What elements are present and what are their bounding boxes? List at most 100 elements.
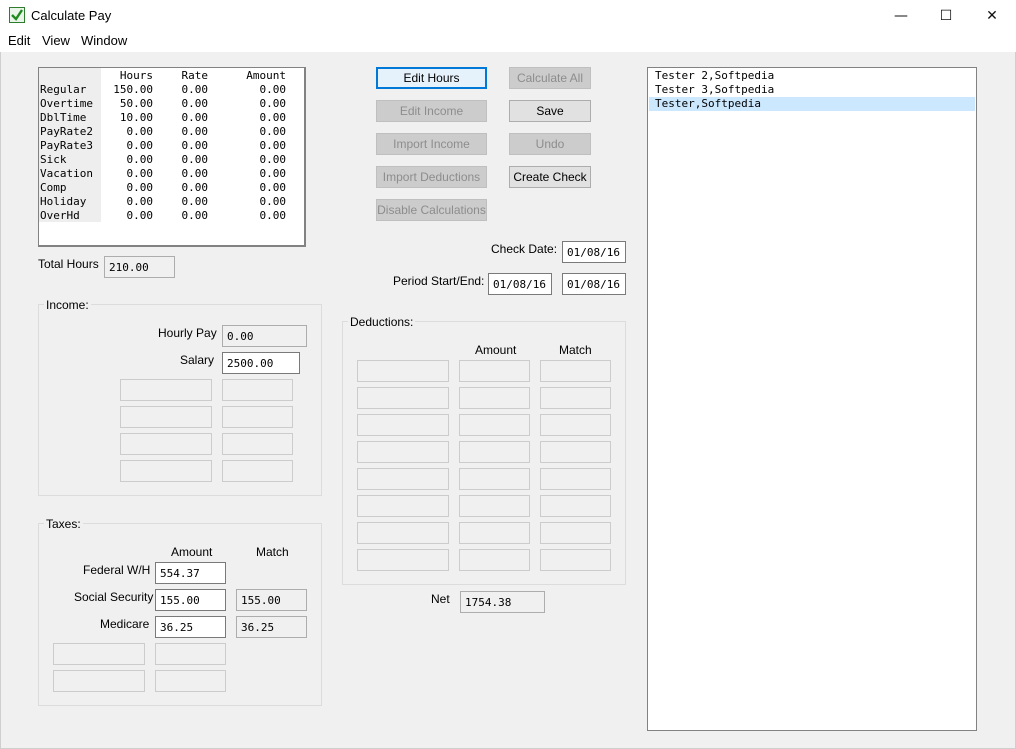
tax-extra-name-2 (53, 670, 145, 692)
list-item[interactable]: Tester 2,Softpedia (649, 69, 975, 83)
import-income-button[interactable]: Import Income (376, 133, 487, 155)
table-row[interactable]: Overtime 50.00 0.00 0.00 (39, 97, 304, 111)
disable-calculations-button[interactable]: Disable Calculations (376, 199, 487, 221)
total-hours-field: 210.00 (104, 256, 175, 278)
social-security-amount-field[interactable]: 155.00 (155, 589, 226, 611)
deduction-amount-field (459, 468, 530, 490)
period-label: Period Start/End: (393, 274, 485, 288)
deduction-amount-field (459, 522, 530, 544)
income-extra-value-4 (222, 460, 293, 482)
deduction-name-field (357, 549, 449, 571)
deduction-name-field (357, 441, 449, 463)
deduction-match-field (540, 468, 611, 490)
row-rate: 0.00 (181, 139, 209, 152)
income-extra-name-3 (120, 433, 212, 455)
table-row[interactable]: Sick 0.00 0.00 0.00 (39, 153, 304, 167)
table-row[interactable]: Vacation 0.00 0.00 0.00 (39, 167, 304, 181)
taxes-match-header: Match (256, 545, 289, 559)
income-extra-value-1 (222, 379, 293, 401)
row-rate: 0.00 (181, 125, 209, 138)
col-rate-header: Rate (181, 69, 209, 82)
close-button[interactable]: ✕ (969, 0, 1015, 31)
row-amount: 0.00 (259, 153, 287, 166)
medicare-label: Medicare (100, 617, 150, 631)
edit-income-button[interactable]: Edit Income (376, 100, 487, 122)
row-name: DblTime (40, 111, 87, 124)
row-hours: 0.00 (126, 167, 154, 180)
calculate-all-button[interactable]: Calculate All (509, 67, 591, 89)
list-item[interactable]: Tester 3,Softpedia (649, 83, 975, 97)
table-row[interactable]: Comp 0.00 0.00 0.00 (39, 181, 304, 195)
check-date-field[interactable]: 01/08/16 (562, 241, 626, 263)
row-rate: 0.00 (181, 209, 209, 222)
row-name: OverHd (40, 209, 80, 222)
deduction-name-field (357, 468, 449, 490)
taxes-amount-header: Amount (171, 545, 213, 559)
edit-hours-button[interactable]: Edit Hours (376, 67, 487, 89)
medicare-amount-field[interactable]: 36.25 (155, 616, 226, 638)
federal-wh-label: Federal W/H (83, 563, 151, 577)
row-amount: 0.00 (259, 125, 287, 138)
row-hours: 0.00 (126, 125, 154, 138)
income-extra-name-2 (120, 406, 212, 428)
deduction-match-field (540, 441, 611, 463)
total-hours-label: Total Hours (38, 257, 99, 271)
table-row[interactable]: Holiday 0.00 0.00 0.00 (39, 195, 304, 209)
menu-bar (0, 31, 1016, 51)
income-extra-name-4 (120, 460, 212, 482)
net-label: Net (431, 592, 450, 606)
row-rate: 0.00 (181, 153, 209, 166)
income-extra-value-2 (222, 406, 293, 428)
list-item[interactable]: Tester,Softpedia (649, 97, 975, 111)
deduction-match-field (540, 360, 611, 382)
income-group-title: Income: (44, 298, 91, 312)
period-start-field[interactable]: 01/08/16 (488, 273, 552, 295)
employee-list[interactable]: Tester 2,Softpedia Tester 3,Softpedia Test… (647, 67, 977, 731)
social-security-label: Social Security (74, 590, 154, 604)
create-check-button[interactable]: Create Check (509, 166, 591, 188)
table-row[interactable]: PayRate2 0.00 0.00 0.00 (39, 125, 304, 139)
row-name: Overtime (40, 97, 93, 110)
deduction-amount-field (459, 414, 530, 436)
menu-edit[interactable]: Edit (8, 33, 30, 48)
table-row[interactable]: OverHd 0.00 0.00 0.00 (39, 209, 304, 223)
row-rate: 0.00 (181, 97, 209, 110)
maximize-button[interactable]: ☐ (923, 0, 969, 31)
row-rate: 0.00 (181, 195, 209, 208)
save-button[interactable]: Save (509, 100, 591, 122)
table-row[interactable]: PayRate3 0.00 0.00 0.00 (39, 139, 304, 153)
menu-window[interactable]: Window (81, 33, 127, 48)
deduction-match-field (540, 522, 611, 544)
menu-view[interactable]: View (42, 33, 70, 48)
minimize-icon: — (894, 7, 908, 24)
col-amount-header: Amount (246, 69, 286, 82)
period-end-field[interactable]: 01/08/16 (562, 273, 626, 295)
deduction-name-field (357, 360, 449, 382)
table-row[interactable]: Regular 150.00 0.00 0.00 (39, 83, 304, 97)
undo-button[interactable]: Undo (509, 133, 591, 155)
hours-grid[interactable]: Hours Rate Amount Regular 150.00 0.00 0.00 O… (38, 67, 306, 247)
row-hours: 150.00 (113, 83, 153, 96)
income-extra-name-1 (120, 379, 212, 401)
social-security-match-field: 155.00 (236, 589, 307, 611)
deduction-amount-field (459, 360, 530, 382)
check-date-label: Check Date: (491, 242, 558, 256)
app-check-icon (9, 7, 25, 23)
hourly-pay-field: 0.00 (222, 325, 307, 347)
row-amount: 0.00 (259, 97, 287, 110)
deduction-amount-field (459, 441, 530, 463)
federal-wh-amount-field[interactable]: 554.37 (155, 562, 226, 584)
close-icon: ✕ (986, 7, 998, 24)
deduction-match-field (540, 549, 611, 571)
row-name: PayRate2 (40, 125, 93, 138)
window-title: Calculate Pay (31, 8, 112, 23)
row-hours: 50.00 (119, 97, 153, 110)
title-bar[interactable] (0, 0, 1016, 31)
net-field: 1754.38 (460, 591, 545, 613)
salary-field[interactable]: 2500.00 (222, 352, 300, 374)
minimize-button[interactable]: — (878, 0, 924, 31)
salary-label: Salary (180, 353, 215, 367)
table-row[interactable]: DblTime 10.00 0.00 0.00 (39, 111, 304, 125)
deduction-name-field (357, 387, 449, 409)
import-deductions-button[interactable]: Import Deductions (376, 166, 487, 188)
